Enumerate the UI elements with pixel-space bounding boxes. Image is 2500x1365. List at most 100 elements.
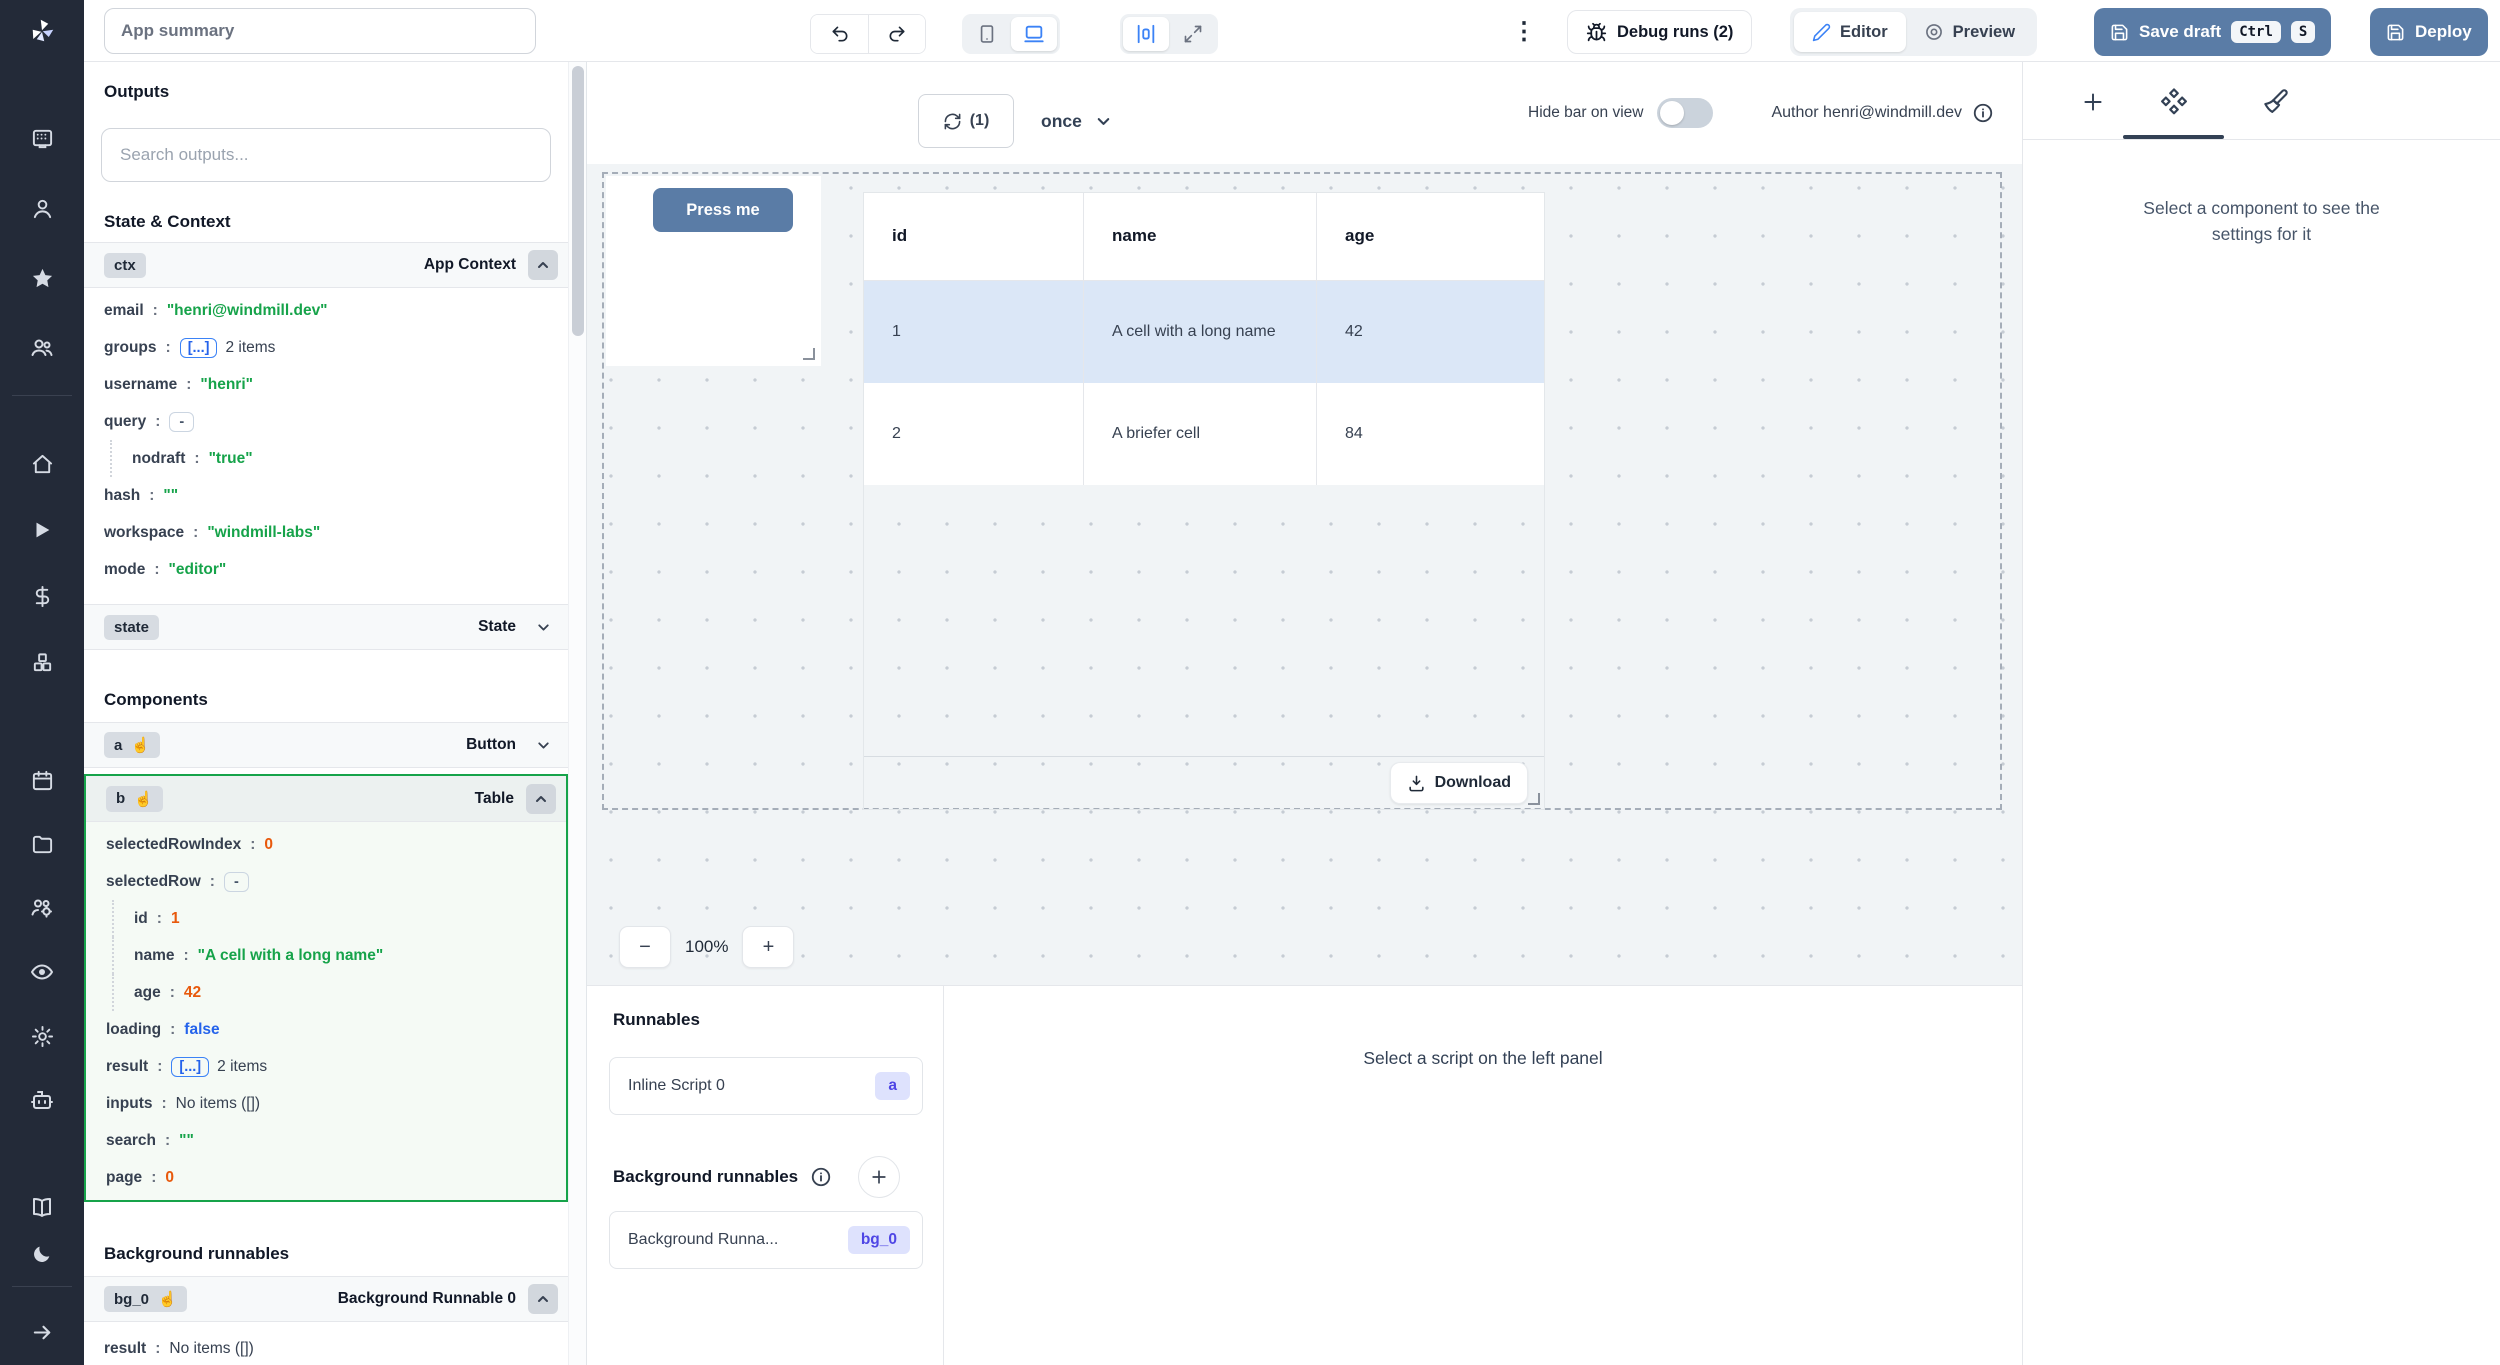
resize-handle[interactable] (1528, 793, 1540, 805)
info-icon[interactable] (1972, 102, 1994, 124)
app-summary-input[interactable] (104, 8, 536, 54)
ctx-row-nodraft[interactable]: nodraft:"true" (84, 440, 568, 477)
audit-eye-icon[interactable] (0, 950, 84, 994)
variables-dollar-icon[interactable] (0, 574, 84, 618)
ctx-row-query[interactable]: query:- (84, 403, 568, 440)
zoom-out-button[interactable]: − (619, 926, 671, 968)
ctx-collapse-button[interactable] (528, 250, 558, 280)
redo-button[interactable] (868, 15, 925, 53)
component-a-expand-button[interactable] (528, 730, 558, 760)
scrollbar-thumb[interactable] (572, 66, 584, 336)
docs-book-icon[interactable] (0, 1186, 84, 1230)
more-menu-button[interactable]: ⋮ (1506, 12, 1542, 50)
hide-bar-label: Hide bar on view (1528, 104, 1643, 122)
background-runnables-title: Background runnables (613, 1167, 798, 1187)
ctx-row-username[interactable]: username:"henri" (84, 366, 568, 403)
preview-tab[interactable]: Preview (1906, 12, 2033, 52)
kv-value: "henri@windmill.dev" (167, 302, 328, 320)
outputs-scrollbar[interactable] (568, 62, 586, 1365)
state-expand-button[interactable] (528, 612, 558, 642)
zoom-in-button[interactable]: + (742, 926, 794, 968)
ai-bot-icon[interactable] (0, 1078, 84, 1122)
download-button[interactable]: Download (1390, 762, 1528, 804)
ctx-row-hash[interactable]: hash:"" (84, 477, 568, 514)
ctx-row-mode[interactable]: mode:"editor" (84, 551, 568, 588)
folders-icon[interactable] (0, 822, 84, 866)
ctx-row-workspace[interactable]: workspace:"windmill-labs" (84, 514, 568, 551)
home-icon[interactable] (0, 442, 84, 486)
schedules-calendar-icon[interactable] (0, 758, 84, 802)
press-me-button[interactable]: Press me (653, 188, 793, 232)
bg0-collapse-button[interactable] (528, 1284, 558, 1314)
empty-object-chip[interactable]: - (224, 872, 249, 892)
info-icon[interactable] (810, 1166, 832, 1188)
ctx-row-groups[interactable]: groups:[...]2 items (84, 329, 568, 366)
background-runnable-item[interactable]: Background Runna... bg_0 (609, 1211, 923, 1269)
dark-mode-moon-icon[interactable] (0, 1232, 84, 1276)
b-row-name[interactable]: name:"A cell with a long name" (86, 937, 566, 974)
save-draft-button[interactable]: Save draft Ctrl S (2094, 8, 2331, 56)
editor-tab[interactable]: Editor (1794, 12, 1906, 52)
hide-bar-toggle[interactable] (1657, 98, 1713, 128)
component-a-header[interactable]: a☝ Button (84, 722, 568, 768)
runs-play-icon[interactable] (0, 508, 84, 552)
bg0-section-header[interactable]: bg_0☝ Background Runnable 0 (84, 1276, 568, 1322)
ctx-row-email[interactable]: email:"henri@windmill.dev" (84, 292, 568, 329)
table-row[interactable]: 1 A cell with a long name 42 (864, 281, 1544, 383)
empty-object-chip[interactable]: - (169, 412, 194, 432)
resize-handle[interactable] (803, 348, 815, 360)
settings-gear-icon[interactable] (0, 1014, 84, 1058)
table-header-age[interactable]: age (1317, 193, 1544, 280)
b-row-selectedRowIndex[interactable]: selectedRowIndex:0 (86, 826, 566, 863)
table-header-id[interactable]: id (864, 193, 1084, 280)
b-row-page[interactable]: page:0 (86, 1159, 566, 1196)
search-outputs-input[interactable] (101, 128, 551, 182)
component-a-badge: a☝ (104, 732, 160, 758)
b-row-age[interactable]: age:42 (86, 974, 566, 1011)
inline-script-item[interactable]: Inline Script 0 a (609, 1057, 923, 1115)
apps-icon[interactable] (0, 116, 84, 160)
b-row-inputs[interactable]: inputs:No items ([]) (86, 1085, 566, 1122)
b-row-result[interactable]: result:[...]2 items (86, 1048, 566, 1085)
desktop-view-button[interactable] (1011, 17, 1057, 51)
ctx-section-header[interactable]: ctx App Context (84, 242, 568, 288)
app-grid-container[interactable]: Press me id name age 1 A cell with a lon… (602, 172, 2002, 810)
groups-icon[interactable] (0, 326, 84, 370)
b-row-search[interactable]: search:"" (86, 1122, 566, 1159)
deploy-button[interactable]: Deploy (2370, 8, 2488, 56)
b-row-selectedRow[interactable]: selectedRow:- (86, 863, 566, 900)
bg0-row-result[interactable]: result:No items ([]) (84, 1330, 568, 1365)
expand-array-chip[interactable]: [...] (180, 338, 218, 358)
component-b-header[interactable]: b☝ Table (86, 776, 566, 822)
add-background-runnable-button[interactable] (858, 1156, 900, 1198)
component-b-collapse-button[interactable] (526, 784, 556, 814)
state-section-header[interactable]: state State (84, 604, 568, 650)
theme-brush-tab[interactable] (2255, 82, 2295, 122)
refresh-button[interactable]: (1) (918, 94, 1014, 148)
kv-key: username (104, 376, 177, 394)
kv-key: id (134, 910, 148, 928)
resources-boxes-icon[interactable] (0, 640, 84, 684)
center-content-button[interactable] (1123, 17, 1169, 51)
table-component[interactable]: id name age 1 A cell with a long name 42… (863, 192, 1545, 810)
mobile-view-button[interactable] (965, 17, 1009, 51)
b-row-id[interactable]: id:1 (86, 900, 566, 937)
table-row[interactable]: 2 A briefer cell 84 (864, 383, 1544, 485)
debug-runs-label: Debug runs (2) (1617, 23, 1733, 42)
expand-array-chip[interactable]: [...] (171, 1057, 209, 1077)
button-component-cell[interactable]: Press me (606, 176, 821, 366)
b-row-loading[interactable]: loading:false (86, 1011, 566, 1048)
component-settings-tab[interactable] (2154, 82, 2194, 122)
add-component-tab[interactable] (2073, 82, 2113, 122)
user-icon[interactable] (0, 186, 84, 230)
favorites-star-icon[interactable] (0, 256, 84, 300)
debug-runs-button[interactable]: Debug runs (2) (1567, 10, 1752, 54)
app-canvas[interactable]: Press me id name age 1 A cell with a lon… (587, 164, 2022, 985)
refresh-mode-dropdown[interactable]: once (1041, 94, 1113, 148)
expand-sidebar-arrow-icon[interactable] (0, 1310, 84, 1354)
table-header-name[interactable]: name (1084, 193, 1317, 280)
workers-icon[interactable] (0, 886, 84, 930)
undo-button[interactable] (811, 15, 868, 53)
windmill-logo[interactable] (0, 0, 84, 62)
fullscreen-button[interactable] (1171, 17, 1215, 51)
